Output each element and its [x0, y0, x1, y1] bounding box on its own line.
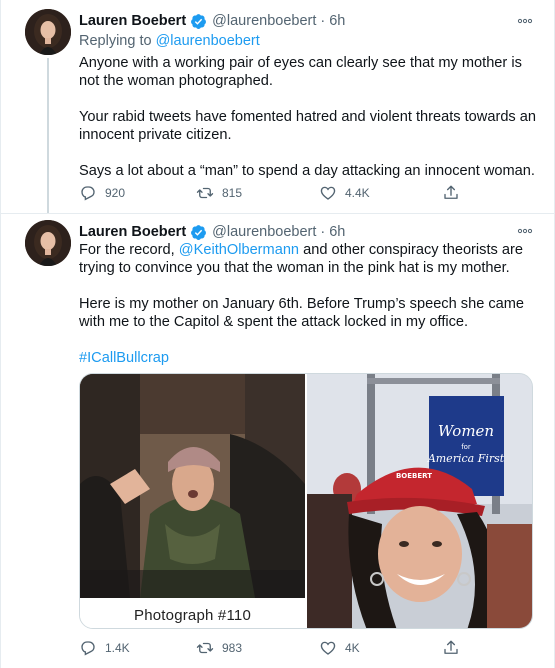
avatar[interactable] [25, 9, 71, 55]
text-line: not the woman photographed. [79, 73, 273, 89]
mention-link[interactable]: @KeithOlbermann [179, 242, 299, 258]
separator: · [320, 13, 326, 29]
reply-button[interactable]: 920 [79, 183, 125, 203]
replying-to: Replying to @laurenboebert [79, 33, 260, 49]
retweet-count: 983 [222, 641, 243, 655]
tweet-header: Lauren Boebert @laurenboebert · 6h [79, 222, 345, 242]
reply-button[interactable]: 1.4K [79, 638, 130, 658]
retweet-icon [196, 642, 214, 654]
reply-count: 1.4K [105, 641, 130, 655]
action-bar: 1.4K 983 4K [79, 638, 479, 658]
reply-count: 920 [105, 186, 126, 200]
text-line: innocent private citizen. [79, 127, 232, 143]
media-grid[interactable]: Photograph #110 Women for America First [79, 373, 533, 629]
banner-text: America First [427, 452, 505, 465]
tweet-header: Lauren Boebert @laurenboebert · 6h [79, 11, 345, 31]
replying-prefix: Replying to [79, 33, 152, 49]
verified-badge-icon [190, 13, 207, 30]
timeline: Lauren Boebert @laurenboebert · 6h Reply… [0, 0, 555, 668]
retweet-icon [196, 187, 214, 199]
retweet-button[interactable]: 815 [196, 183, 242, 203]
reply-icon [81, 186, 95, 201]
hashtag-link[interactable]: #ICallBullcrap [79, 349, 539, 367]
like-button[interactable]: 4K [319, 638, 360, 658]
more-icon[interactable] [515, 14, 535, 28]
author-handle[interactable]: @laurenboebert [212, 13, 316, 29]
like-icon [320, 641, 336, 655]
retweet-count: 815 [222, 186, 243, 200]
media-photo-right[interactable]: Women for America First BOEBERT [307, 374, 532, 628]
avatar[interactable] [25, 220, 71, 266]
media-photo-left[interactable]: Photograph #110 [80, 374, 305, 628]
text-line: Says a lot about a “man” to spend a day … [79, 163, 535, 179]
share-icon [444, 185, 458, 199]
text-line: Your rabid tweets have fomented hatred a… [79, 109, 537, 125]
tweet[interactable]: Lauren Boebert @laurenboebert · 6h Reply… [1, 0, 555, 213]
author-name[interactable]: Lauren Boebert [79, 224, 186, 240]
like-button[interactable]: 4.4K [319, 183, 370, 203]
author-handle[interactable]: @laurenboebert [212, 224, 316, 240]
replying-handle-link[interactable]: @laurenboebert [156, 33, 260, 49]
banner-text: Women [438, 422, 494, 440]
tweet-text: Anyone with a working pair of eyes can c… [79, 54, 539, 180]
text-line: trying to convince you that the woman in… [79, 260, 510, 276]
share-button[interactable] [442, 638, 468, 658]
author-name[interactable]: Lauren Boebert [79, 13, 186, 29]
tweet[interactable]: Lauren Boebert @laurenboebert · 6h For t… [1, 213, 555, 668]
like-icon [320, 186, 336, 200]
more-icon[interactable] [515, 224, 535, 238]
thread-line [47, 58, 49, 213]
action-bar: 920 815 4.4K [79, 183, 479, 203]
tweet-text: For the record, @KeithOlbermann and othe… [79, 241, 539, 367]
verified-badge-icon [190, 224, 207, 241]
separator: · [320, 224, 326, 240]
timestamp[interactable]: 6h [329, 224, 345, 240]
banner-text: for [461, 443, 471, 451]
text-line: For the record, @KeithOlbermann and othe… [79, 241, 539, 259]
timestamp[interactable]: 6h [329, 13, 345, 29]
retweet-button[interactable]: 983 [196, 638, 242, 658]
text-line: with me to the Capitol & spent the attac… [79, 314, 469, 330]
share-icon [444, 640, 458, 654]
crowd-photo [80, 374, 305, 598]
text-segment: and other conspiracy theorists are [303, 242, 523, 258]
hat-text: BOEBERT [396, 472, 432, 480]
like-count: 4.4K [345, 186, 370, 200]
share-button[interactable] [442, 183, 468, 203]
text-segment: For the record, [79, 242, 175, 258]
reply-icon [81, 641, 95, 656]
like-count: 4K [345, 641, 360, 655]
text-line: Here is my mother on January 6th. Before… [79, 296, 525, 312]
photo-caption: Photograph #110 [134, 607, 251, 624]
text-line: Anyone with a working pair of eyes can c… [79, 55, 522, 71]
